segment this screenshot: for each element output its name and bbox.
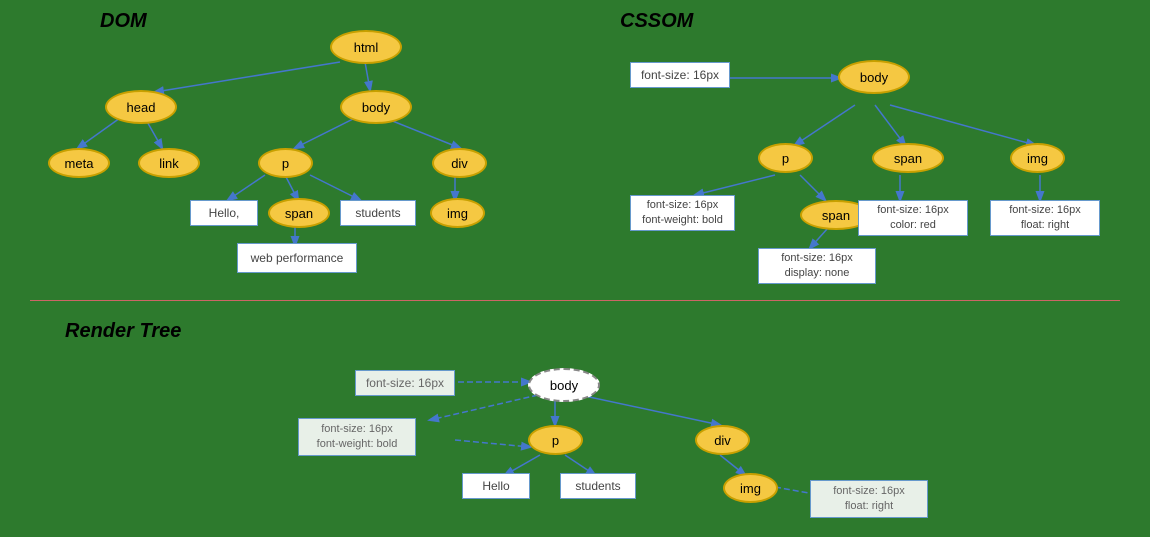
dom-span-node: span bbox=[268, 198, 330, 228]
render-tree-label: Render Tree bbox=[65, 320, 181, 343]
cssom-fontsize-body-box: font-size: 16px bbox=[630, 62, 730, 88]
cssom-fontsize-p-box: font-size: 16px font-weight: bold bbox=[630, 195, 735, 231]
cssom-body-node: body bbox=[838, 60, 910, 94]
cssom-fontsize-span-box: font-size: 16px color: red bbox=[858, 200, 968, 236]
dom-web-performance-box: web performance bbox=[237, 243, 357, 273]
dom-meta-node: meta bbox=[48, 148, 110, 178]
dom-hello-box: Hello, bbox=[190, 200, 258, 226]
dom-label: DOM bbox=[100, 10, 147, 33]
cssom-label: CSSOM bbox=[620, 10, 693, 33]
dom-img-node: img bbox=[430, 198, 485, 228]
render-fontsize-img-box: font-size: 16px float: right bbox=[810, 480, 928, 518]
divider bbox=[30, 300, 1120, 301]
render-fontsize-body-box: font-size: 16px bbox=[355, 370, 455, 396]
cssom-fontsize-img-box: font-size: 16px float: right bbox=[990, 200, 1100, 236]
dom-p-node: p bbox=[258, 148, 313, 178]
dom-students-box: students bbox=[340, 200, 416, 226]
dom-html-node: html bbox=[330, 30, 402, 64]
cssom-span-top-node: span bbox=[872, 143, 944, 173]
diagram-container: DOM CSSOM Render Tree html head body met… bbox=[0, 0, 1150, 537]
cssom-img-top-node: img bbox=[1010, 143, 1065, 173]
dom-body-node: body bbox=[340, 90, 412, 124]
render-p-node: p bbox=[528, 425, 583, 455]
cssom-fontsize-span2-box: font-size: 16px display: none bbox=[758, 248, 876, 284]
render-hello-box: Hello bbox=[462, 473, 530, 499]
render-div-node: div bbox=[695, 425, 750, 455]
dom-link-node: link bbox=[138, 148, 200, 178]
render-students-box: students bbox=[560, 473, 636, 499]
cssom-p-node: p bbox=[758, 143, 813, 173]
render-fontsize-p-box: font-size: 16px font-weight: bold bbox=[298, 418, 416, 456]
render-img-node: img bbox=[723, 473, 778, 503]
dom-head-node: head bbox=[105, 90, 177, 124]
dom-div-node: div bbox=[432, 148, 487, 178]
arrows-svg bbox=[0, 0, 1150, 537]
render-body-node: body bbox=[528, 368, 600, 402]
